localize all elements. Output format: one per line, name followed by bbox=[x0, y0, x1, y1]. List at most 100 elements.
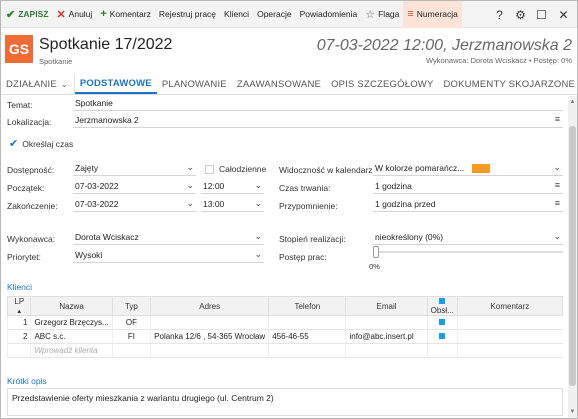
postep-prac-label: Postęp prac: bbox=[279, 252, 327, 262]
close-icon: ✕ bbox=[56, 8, 66, 21]
cell-telefon: 456-46-55 bbox=[268, 329, 346, 344]
save-button[interactable]: ✔ ZAPISZ bbox=[1, 1, 52, 28]
zakonczenie-label: Zakończenie: bbox=[7, 201, 58, 211]
cell-obsl[interactable] bbox=[426, 315, 458, 330]
cell-obsl[interactable] bbox=[426, 329, 458, 344]
column-adres[interactable]: Adres bbox=[150, 296, 270, 316]
przypomnienie-field[interactable]: 1 godzina przed ≡ bbox=[373, 197, 563, 212]
table-row[interactable]: 2 ABC s.c. FI Polanka 12/6 , 54-365 Wroc… bbox=[6, 329, 563, 344]
star-icon: ☆ bbox=[365, 8, 376, 21]
tab-opis-szczegolowy[interactable]: OPIS SZCZEGÓŁOWY bbox=[326, 75, 438, 94]
flag-button[interactable]: ☆ Flaga bbox=[361, 1, 403, 28]
lokalizacja-field[interactable]: Jerzmanowska 2 ≡ bbox=[73, 113, 563, 128]
chevron-down-icon: ⌄ bbox=[186, 180, 194, 190]
cell-empty bbox=[456, 343, 563, 358]
calodzienne-checkbox[interactable]: Całodzienne bbox=[205, 164, 266, 174]
page-subtitle: Spotkanie bbox=[39, 57, 73, 66]
tab-zaawansowane[interactable]: ZAAWANSOWANE bbox=[232, 75, 326, 94]
vertical-scrollbar[interactable]: ▲ ▼ bbox=[568, 96, 577, 418]
postep-slider[interactable] bbox=[373, 246, 563, 258]
checkmark-icon: ✔ bbox=[9, 138, 19, 150]
notifications-button[interactable]: Powiadomienia bbox=[296, 1, 362, 28]
tab-dzialanie[interactable]: DZIAŁANIE ⌄ bbox=[1, 75, 75, 94]
krotki-opis-textarea[interactable]: Przedstawienie oferty mieszkania z waria… bbox=[7, 388, 563, 416]
slider-track bbox=[373, 251, 563, 253]
cell-adres bbox=[150, 315, 269, 330]
cell-lp: 2 bbox=[6, 329, 31, 344]
column-lp[interactable]: LP ▲ bbox=[6, 296, 32, 316]
column-nazwa[interactable]: Nazwa bbox=[30, 296, 113, 316]
tab-podstawowe[interactable]: PODSTAWOWE bbox=[74, 75, 157, 94]
table-header: LP ▲ Nazwa Typ Adres Telefon Email Obsł.… bbox=[6, 296, 564, 316]
zakonczenie-date-field[interactable]: 07-03-2022 ⌄ bbox=[73, 197, 196, 212]
poczatek-time-field[interactable]: 12:00 ⌄ bbox=[201, 179, 264, 194]
okreslaj-czas-checkbox[interactable]: ✔ Określaj czas bbox=[9, 137, 73, 150]
priorytet-label: Priorytet: bbox=[7, 252, 42, 262]
scroll-up-icon[interactable]: ▲ bbox=[568, 96, 577, 108]
tab-planowanie[interactable]: PLANOWANIE bbox=[157, 75, 232, 94]
chevron-down-icon: ⌄ bbox=[553, 162, 561, 172]
column-typ[interactable]: Typ bbox=[111, 296, 152, 316]
page-title: Spotkanie 17/2022 bbox=[39, 36, 173, 53]
numbering-button[interactable]: ≡ Numeracja bbox=[403, 0, 462, 28]
chevron-down-icon: ⌄ bbox=[186, 198, 194, 208]
help-icon[interactable]: ? bbox=[488, 1, 511, 28]
priorytet-select[interactable]: Wysoki ⌄ bbox=[73, 248, 264, 263]
menu-icon[interactable]: ≡ bbox=[555, 180, 560, 190]
cell-empty bbox=[111, 343, 151, 358]
column-obsl[interactable]: Obsł... bbox=[426, 296, 458, 316]
cell-typ: OF bbox=[111, 315, 151, 330]
dostepnosc-label: Dostępność: bbox=[7, 165, 55, 175]
postep-value: 0% bbox=[369, 262, 380, 271]
table-row[interactable]: 1 Grzegorz Brzęczys... OF bbox=[6, 315, 563, 330]
menu-icon[interactable]: ≡ bbox=[555, 114, 560, 124]
tab-dokumenty-skojarzone[interactable]: DOKUMENTY SKOJARZONE bbox=[439, 75, 578, 94]
chevron-down-icon: ⌄ bbox=[254, 180, 262, 190]
krotki-opis-section-title: Krótki opis bbox=[7, 376, 47, 386]
checkbox-icon bbox=[205, 164, 214, 174]
cell-empty bbox=[345, 343, 428, 358]
record-header: GS Spotkanie 17/2022 Spotkanie 07-03-202… bbox=[1, 28, 577, 73]
check-icon: ✔ bbox=[6, 8, 16, 21]
menu-icon: ≡ bbox=[407, 8, 414, 20]
stopien-realizacji-select[interactable]: nieokreślony (0%) ⌄ bbox=[373, 230, 563, 245]
scroll-thumb[interactable] bbox=[569, 126, 576, 386]
column-komentarz[interactable]: Komentarz bbox=[456, 296, 564, 316]
datetime-location: 07-03-2022 12:00, Jerzmanowska 2 bbox=[316, 37, 572, 54]
comment-button[interactable]: + Komentarz bbox=[96, 1, 155, 28]
temat-field[interactable]: Spotkanie bbox=[73, 96, 563, 111]
maximize-icon[interactable]: ☐ bbox=[530, 1, 553, 28]
color-swatch bbox=[472, 164, 491, 174]
cell-typ: FI bbox=[111, 329, 151, 344]
column-telefon[interactable]: Telefon bbox=[268, 296, 347, 316]
scroll-down-icon[interactable]: ▼ bbox=[568, 406, 577, 418]
dostepnosc-select[interactable]: Zajęty ⌄ bbox=[73, 161, 196, 176]
slider-knob[interactable] bbox=[373, 246, 379, 258]
poczatek-label: Początek: bbox=[7, 183, 45, 193]
operations-button[interactable]: Operacje bbox=[253, 1, 296, 28]
czas-trwania-field[interactable]: 1 godzina ≡ bbox=[373, 179, 563, 194]
cell-empty bbox=[426, 343, 458, 358]
wykonawca-label: Wykonawca: bbox=[7, 234, 56, 244]
logo: GS bbox=[5, 35, 33, 63]
lokalizacja-label: Lokalizacja: bbox=[7, 117, 52, 127]
cancel-button[interactable]: ✕ Anuluj bbox=[52, 1, 96, 28]
cell-komentarz bbox=[456, 329, 563, 344]
clients-table: LP ▲ Nazwa Typ Adres Telefon Email Obsł.… bbox=[6, 296, 564, 358]
sort-up-icon: ▲ bbox=[16, 309, 23, 315]
column-email[interactable]: Email bbox=[345, 296, 428, 316]
clients-button[interactable]: Klienci bbox=[220, 1, 253, 28]
wykonawca-select[interactable]: Dorota Wciskacz ⌄ bbox=[73, 230, 264, 245]
chevron-down-icon: ⌄ bbox=[254, 249, 262, 259]
cell-lp: 1 bbox=[6, 315, 31, 330]
chevron-down-icon: ⌄ bbox=[60, 80, 68, 89]
gear-icon[interactable]: ⚙ bbox=[509, 1, 532, 28]
new-client-input[interactable]: Wprowadź klienta bbox=[30, 343, 113, 358]
table-row-new[interactable]: Wprowadź klienta bbox=[6, 343, 563, 358]
zakonczenie-time-field[interactable]: 13:00 ⌄ bbox=[201, 197, 264, 212]
widocznosc-select[interactable]: W kolorze pomarańcz... ⌄ bbox=[373, 161, 563, 176]
poczatek-date-field[interactable]: 07-03-2022 ⌄ bbox=[73, 179, 196, 194]
menu-icon[interactable]: ≡ bbox=[555, 198, 560, 208]
register-work-button[interactable]: Rejestruj pracę bbox=[155, 1, 220, 28]
close-window-icon[interactable]: ✕ bbox=[552, 1, 575, 28]
